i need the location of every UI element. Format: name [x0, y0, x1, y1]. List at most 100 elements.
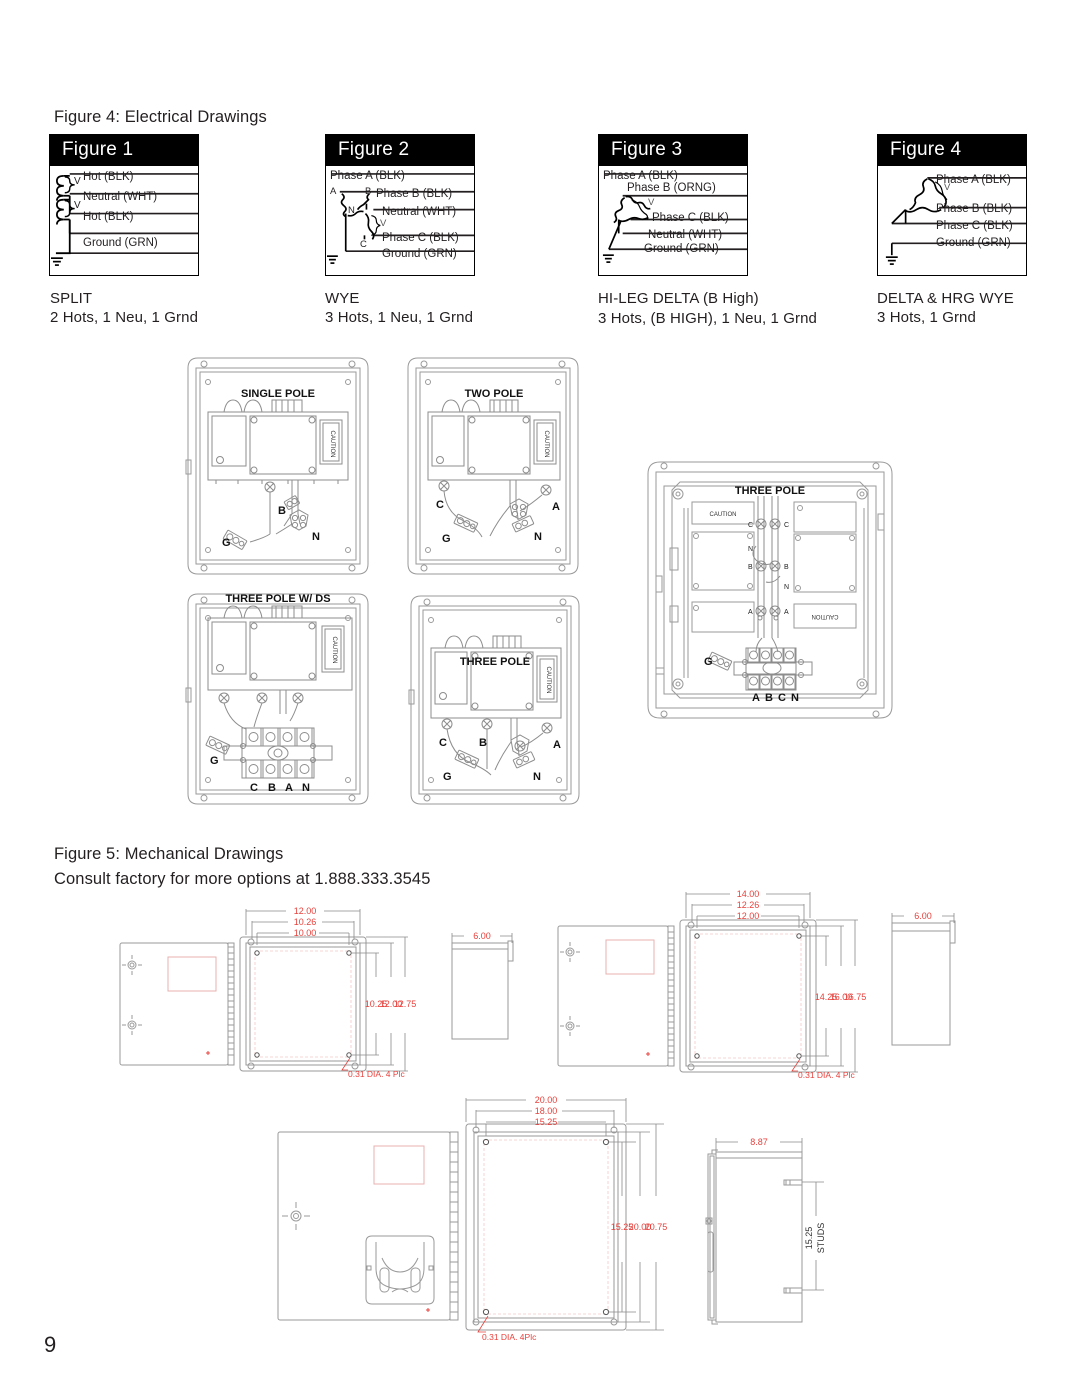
dim-medium-width-2: 12.26 — [737, 900, 760, 910]
figure5-caption: Figure 5: Mechanical Drawings — [54, 845, 284, 863]
dim-large-width-2: 18.00 — [535, 1106, 558, 1116]
panel-5-caution-right: CAUTION — [812, 613, 839, 619]
figure-3-diagram: Phase A (BLK) Phase B (ORNG) Phase C (BL… — [598, 166, 748, 276]
panel-5-side-a-left: A — [748, 609, 753, 616]
figure-4-diagram: Phase A (BLK) Phase B (BLK) Phase C (BLK… — [877, 166, 1027, 276]
panel-1-ground-label: G — [222, 537, 231, 549]
figure-2-header: Figure 2 — [325, 134, 475, 166]
panel-2-terminal-a: A — [552, 501, 560, 513]
panel-5-terminal-a: A — [752, 692, 760, 704]
panel-single-pole: CAUTION B G N SINGLE POLE — [180, 352, 376, 580]
figure-3-wire-label-5: Ground (GRN) — [644, 243, 719, 255]
electrical-figure-1: Figure 1 Hot (BLK) Neutral (WHT) Hot (BL… — [49, 134, 199, 276]
panel-5-side-n-lower: N — [784, 584, 789, 591]
figure-3-header: Figure 3 — [598, 134, 748, 166]
dim-small-depth: 6.00 — [473, 931, 491, 941]
figure-2-wire-label-2: Phase B (BLK) — [376, 188, 453, 200]
panel-three-pole-large: CAUTION CAUTION C C N B B N A A G A B C … — [642, 456, 898, 724]
panel-4-neutral-label: N — [533, 771, 541, 783]
panel-3-ground-label: G — [210, 755, 219, 767]
panel-5-ground-label: G — [704, 656, 713, 668]
figure-2-wire-label-1: Phase A (BLK) — [330, 170, 405, 182]
dim-medium-height-3: 16.75 — [844, 992, 867, 1002]
document-page: Figure 4: Electrical Drawings Figure 1 H… — [0, 0, 1080, 1397]
mechanical-side-view-medium: 6.00 — [880, 895, 1010, 1055]
panel-1-neutral-label: N — [312, 531, 320, 543]
panel-4-title: THREE POLE — [460, 656, 530, 668]
figure-2-system-name: WYE — [325, 290, 360, 307]
dim-small-width-1: 12.00 — [294, 906, 317, 916]
panel-2-ground-label: G — [442, 533, 451, 545]
figure4-caption: Figure 4: Electrical Drawings — [54, 108, 267, 126]
figure-2-diagram: Phase A (BLK) Phase B (BLK) Neutral (WHT… — [325, 166, 475, 276]
figure-2-node-b: B — [365, 186, 372, 197]
electrical-figure-3: Figure 3 Phase A (BLK) Phase B (ORNG) Ph… — [598, 134, 748, 276]
panel-5-side-c-right: C — [784, 522, 789, 529]
panel-two-pole: CAUTION C A G N TWO POLE — [400, 352, 586, 580]
figure-3-system-desc: 3 Hots, (B HIGH), 1 Neu, 1 Grnd — [598, 310, 818, 327]
figure-4-system-name: DELTA & HRG WYE — [877, 290, 1014, 307]
panel-2-caution-label: CAUTION — [543, 431, 549, 458]
panel-5-title: THREE POLE — [735, 485, 805, 497]
page-number: 9 — [44, 1332, 57, 1357]
figure-4-system-desc: 3 Hots, 1 Grnd — [877, 309, 976, 326]
figure-3-voltage-mark: V — [648, 197, 655, 208]
figure-2-wire-label-5: Ground (GRN) — [382, 248, 457, 260]
dim-large-stud: 15.25 — [804, 1227, 814, 1250]
figure-2-system-desc: 3 Hots, 1 Neu, 1 Grnd — [325, 309, 474, 326]
electrical-figure-4: Figure 4 Phase A (BLK) Phase B (BLK) Pha… — [877, 134, 1027, 276]
figure-2-node-c: C — [360, 239, 367, 250]
dim-large-hole-note: 0.31 DIA. 4Plc — [482, 1332, 537, 1342]
dim-medium-depth: 6.00 — [914, 911, 932, 921]
panel-2-title: TWO POLE — [465, 388, 524, 400]
dim-large-stud-label: STUDS — [816, 1223, 826, 1254]
figure-1-system-name: SPLIT — [50, 290, 93, 307]
mechanical-side-view-small: 6.00 — [440, 915, 560, 1045]
figure5-subcaption: Consult factory for more options at 1.88… — [54, 870, 431, 888]
figure-4-header: Figure 4 — [877, 134, 1027, 166]
panel-5-side-a-right: A — [784, 609, 789, 616]
panel-5-side-n-upper: N — [748, 546, 753, 553]
panel-2-neutral-label: N — [534, 531, 542, 543]
mechanical-side-view-large: 8.87 15.25 STUDS — [700, 1120, 860, 1350]
panel-4-terminal-a: A — [553, 739, 561, 751]
figure-2-wire-label-4: Phase C (BLK) — [382, 232, 459, 244]
figure-1-diagram: Hot (BLK) Neutral (WHT) Hot (BLK) Ground… — [49, 166, 199, 276]
mechanical-drawing-medium: 14.00 12.26 12.00 14.25 16.00 16.75 0.31… — [550, 878, 880, 1103]
figure-2-node-n: N — [348, 205, 355, 216]
figure-4-wire-label-3: Phase C (BLK) — [936, 220, 1013, 232]
panel-4-terminal-b: B — [479, 737, 487, 749]
dim-small-width-3: 10.00 — [294, 928, 317, 938]
figure-3-wire-label-4: Neutral (WHT) — [648, 229, 723, 241]
dim-medium-width-3: 12.00 — [737, 911, 760, 921]
panel-2-terminal-c: C — [436, 499, 444, 511]
panel-5-side-c-left: C — [748, 522, 753, 529]
panel-5-terminal-n: N — [791, 692, 799, 704]
panel-three-pole-with-ds: CAUTION G C B A N THREE POLE W/ DS — [180, 588, 376, 810]
figure-4-voltage-mark: V — [944, 182, 951, 193]
dim-large-width-3: 15.25 — [535, 1117, 558, 1127]
figure-3-wire-label-2: Phase B (ORNG) — [627, 182, 716, 194]
panel-5-terminal-b: B — [765, 692, 773, 704]
figure-1-header: Figure 1 — [49, 134, 199, 166]
dim-small-height-3: 12.75 — [394, 999, 417, 1009]
dim-large-width-1: 20.00 — [535, 1095, 558, 1105]
panel-4-ground-label: G — [443, 771, 452, 783]
panel-5-side-b-left: B — [748, 564, 753, 571]
figure-1-wire-label-4: Ground (GRN) — [83, 237, 158, 249]
figure-1-wire-label-3: Hot (BLK) — [83, 211, 134, 223]
figure-2-voltage-mark: V — [380, 218, 387, 229]
panel-1-title: SINGLE POLE — [241, 388, 315, 400]
dim-large-depth: 8.87 — [750, 1137, 768, 1147]
panel-1-caution-label: CAUTION — [329, 431, 335, 458]
panel-three-pole: CAUTION C B A G N THREE POLE — [403, 590, 587, 810]
panel-3-title: THREE POLE W/ DS — [225, 593, 330, 605]
panel-5-terminal-c: C — [778, 692, 786, 704]
electrical-figure-2: Figure 2 Phase A (BLK) Phase B (BLK) Neu… — [325, 134, 475, 276]
panel-4-caution-label: CAUTION — [545, 667, 551, 694]
panel-5-side-b-right: B — [784, 564, 789, 571]
figure-1-system-desc: 2 Hots, 1 Neu, 1 Grnd — [50, 309, 199, 326]
panel-1-terminal-b: B — [278, 505, 286, 517]
dim-medium-hole-note: 0.31 DIA. 4 Plc — [798, 1070, 855, 1080]
figure-1-wire-label-1: Hot (BLK) — [83, 171, 134, 183]
